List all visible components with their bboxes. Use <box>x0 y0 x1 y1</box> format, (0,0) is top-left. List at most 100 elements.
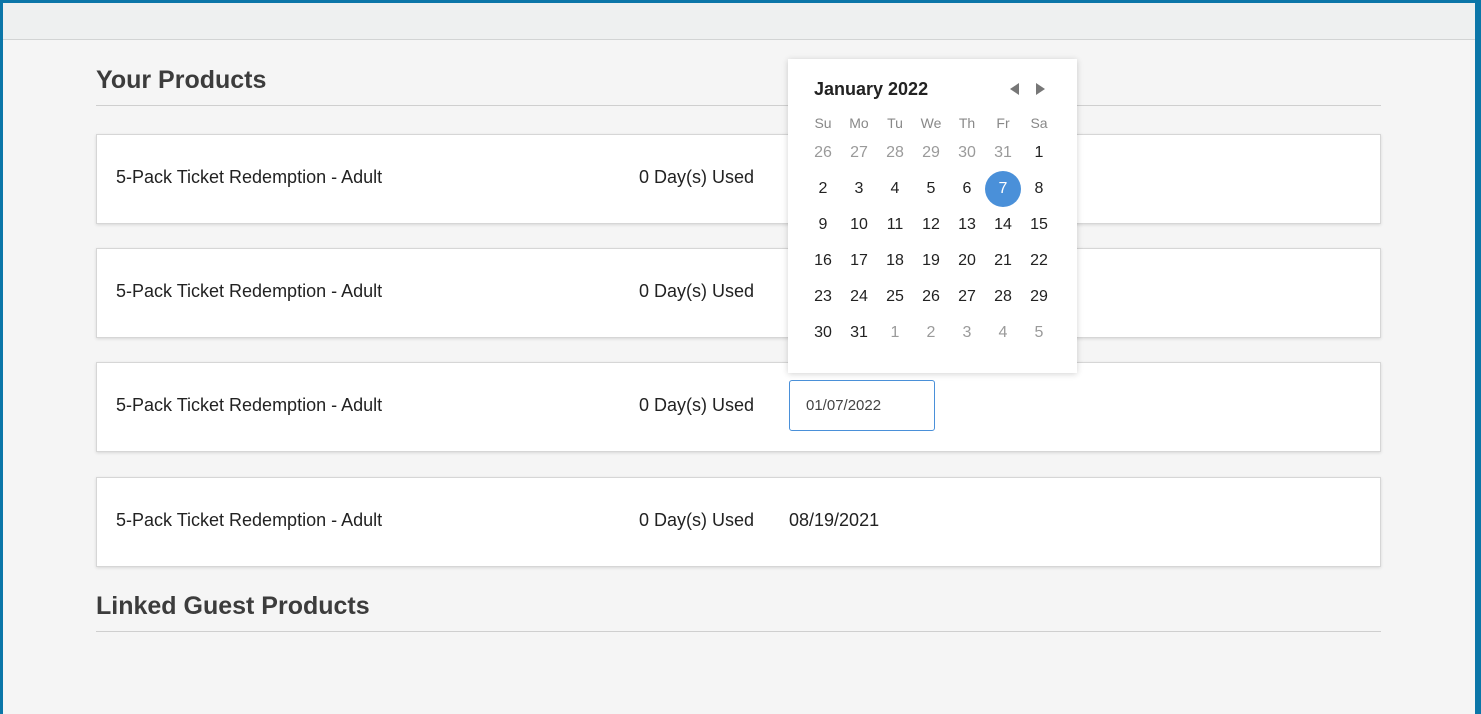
calendar-day-label: 28 <box>886 144 904 161</box>
chevron-left-icon <box>1009 83 1019 95</box>
calendar-day[interactable]: 9 <box>805 207 841 243</box>
weekday-header: Th <box>958 115 976 131</box>
your-products-heading: Your Products <box>96 65 1381 106</box>
calendar-day[interactable]: 14 <box>985 207 1021 243</box>
weekday-header: Su <box>814 115 832 131</box>
calendar-day[interactable]: 31 <box>985 135 1021 171</box>
product-days-used: 0 Day(s) Used <box>639 167 755 187</box>
calendar-day-label: 29 <box>922 144 940 161</box>
calendar-day-label: 9 <box>818 216 828 233</box>
app-frame: Your Products 5-Pack Ticket Redemption -… <box>3 3 1475 714</box>
calendar-day-label: 31 <box>994 144 1012 161</box>
calendar-day[interactable]: 4 <box>877 171 913 207</box>
calendar-day-label: 4 <box>998 324 1008 341</box>
calendar-month-title: January 2022 <box>814 79 929 99</box>
weekday-header: Tu <box>887 115 903 131</box>
calendar-day-label: 12 <box>922 216 940 233</box>
calendar-day-label: 27 <box>850 144 868 161</box>
calendar-day-label: 3 <box>854 180 864 197</box>
calendar-day[interactable]: 25 <box>877 279 913 315</box>
calendar-day[interactable]: 20 <box>949 243 985 279</box>
product-days-used: 0 Day(s) Used <box>639 281 755 301</box>
calendar-day[interactable]: 31 <box>841 315 877 351</box>
calendar-day[interactable]: 21 <box>985 243 1021 279</box>
calendar-day-label: 15 <box>1030 216 1048 233</box>
calendar-day[interactable]: 6 <box>949 171 985 207</box>
calendar-day-label: 4 <box>890 180 900 197</box>
calendar-day-selected[interactable]: 7 <box>985 171 1021 207</box>
product-name: 5-Pack Ticket Redemption - Adult <box>116 281 383 301</box>
calendar-day[interactable]: 22 <box>1021 243 1057 279</box>
calendar-day[interactable]: 28 <box>877 135 913 171</box>
calendar-day-label: 1 <box>1034 144 1044 161</box>
product-card: 5-Pack Ticket Redemption - Adult 0 Day(s… <box>96 134 1381 224</box>
calendar-day[interactable]: 16 <box>805 243 841 279</box>
calendar-day-label: 29 <box>1030 288 1048 305</box>
calendar-day-label: 31 <box>850 324 868 341</box>
calendar-day[interactable]: 28 <box>985 279 1021 315</box>
calendar-day[interactable]: 5 <box>913 171 949 207</box>
calendar-day-label: 5 <box>926 180 936 197</box>
weekday-header: Fr <box>996 115 1010 131</box>
calendar-day[interactable]: 3 <box>841 171 877 207</box>
calendar-day-label: 10 <box>850 216 868 233</box>
calendar-day-label: 5 <box>1034 324 1044 341</box>
calendar-day[interactable]: 19 <box>913 243 949 279</box>
calendar-day-label: 26 <box>814 144 832 161</box>
calendar-day[interactable]: 24 <box>841 279 877 315</box>
calendar-day[interactable]: 17 <box>841 243 877 279</box>
calendar-day-label: 19 <box>922 252 940 269</box>
calendar-day[interactable]: 1 <box>1021 135 1057 171</box>
calendar-day[interactable]: 30 <box>805 315 841 351</box>
calendar-day[interactable]: 12 <box>913 207 949 243</box>
calendar-day[interactable]: 2 <box>805 171 841 207</box>
date-picker-popup: January 2022 Su Mo Tu We Th Fr Sa 26 27 28 29 30 31 1… <box>788 59 1077 373</box>
calendar-day[interactable]: 3 <box>949 315 985 351</box>
weekday-header: We <box>920 115 942 131</box>
calendar-day[interactable]: 30 <box>949 135 985 171</box>
calendar-grid: Su Mo Tu We Th Fr Sa 26 27 28 29 30 31 1 2 3 4 5 6 7 8 9 10 11 1… <box>805 111 1057 351</box>
calendar-day[interactable]: 27 <box>841 135 877 171</box>
linked-guest-products-heading: Linked Guest Products <box>96 591 1381 632</box>
calendar-day-label: 11 <box>886 216 904 233</box>
calendar-day-label: 26 <box>922 288 940 305</box>
calendar-day[interactable]: 10 <box>841 207 877 243</box>
product-days-used: 0 Day(s) Used <box>639 510 755 530</box>
calendar-day-label: 16 <box>814 252 832 269</box>
previous-month-button[interactable] <box>1006 79 1022 99</box>
calendar-day-label: 8 <box>1034 180 1044 197</box>
calendar-day-label: 7 <box>985 171 1021 207</box>
calendar-day-label: 24 <box>850 288 868 305</box>
calendar-day[interactable]: 18 <box>877 243 913 279</box>
calendar-day-label: 6 <box>962 180 972 197</box>
product-card: 5-Pack Ticket Redemption - Adult 0 Day(s… <box>96 362 1381 452</box>
top-bar <box>3 3 1475 40</box>
calendar-day[interactable]: 15 <box>1021 207 1057 243</box>
calendar-day[interactable]: 4 <box>985 315 1021 351</box>
calendar-day[interactable]: 11 <box>877 207 913 243</box>
calendar-day[interactable]: 26 <box>913 279 949 315</box>
calendar-day-label: 28 <box>994 288 1012 305</box>
calendar-day-label: 21 <box>994 252 1012 269</box>
calendar-day-label: 3 <box>962 324 972 341</box>
calendar-day[interactable]: 26 <box>805 135 841 171</box>
product-name: 5-Pack Ticket Redemption - Adult <box>116 510 383 530</box>
calendar-day[interactable]: 5 <box>1021 315 1057 351</box>
calendar-day[interactable]: 29 <box>913 135 949 171</box>
calendar-day-label: 13 <box>958 216 976 233</box>
weekday-header: Sa <box>1030 115 1048 131</box>
date-input[interactable] <box>789 380 935 431</box>
calendar-day[interactable]: 27 <box>949 279 985 315</box>
calendar-day[interactable]: 1 <box>877 315 913 351</box>
calendar-day-label: 22 <box>1030 252 1048 269</box>
product-name: 5-Pack Ticket Redemption - Adult <box>116 395 383 415</box>
calendar-day[interactable]: 23 <box>805 279 841 315</box>
calendar-day[interactable]: 29 <box>1021 279 1057 315</box>
calendar-day[interactable]: 8 <box>1021 171 1057 207</box>
chevron-right-icon <box>1035 83 1045 95</box>
product-card: 5-Pack Ticket Redemption - Adult 0 Day(s… <box>96 477 1381 567</box>
next-month-button[interactable] <box>1032 79 1048 99</box>
calendar-day[interactable]: 2 <box>913 315 949 351</box>
calendar-day[interactable]: 13 <box>949 207 985 243</box>
calendar-day-label: 20 <box>958 252 976 269</box>
